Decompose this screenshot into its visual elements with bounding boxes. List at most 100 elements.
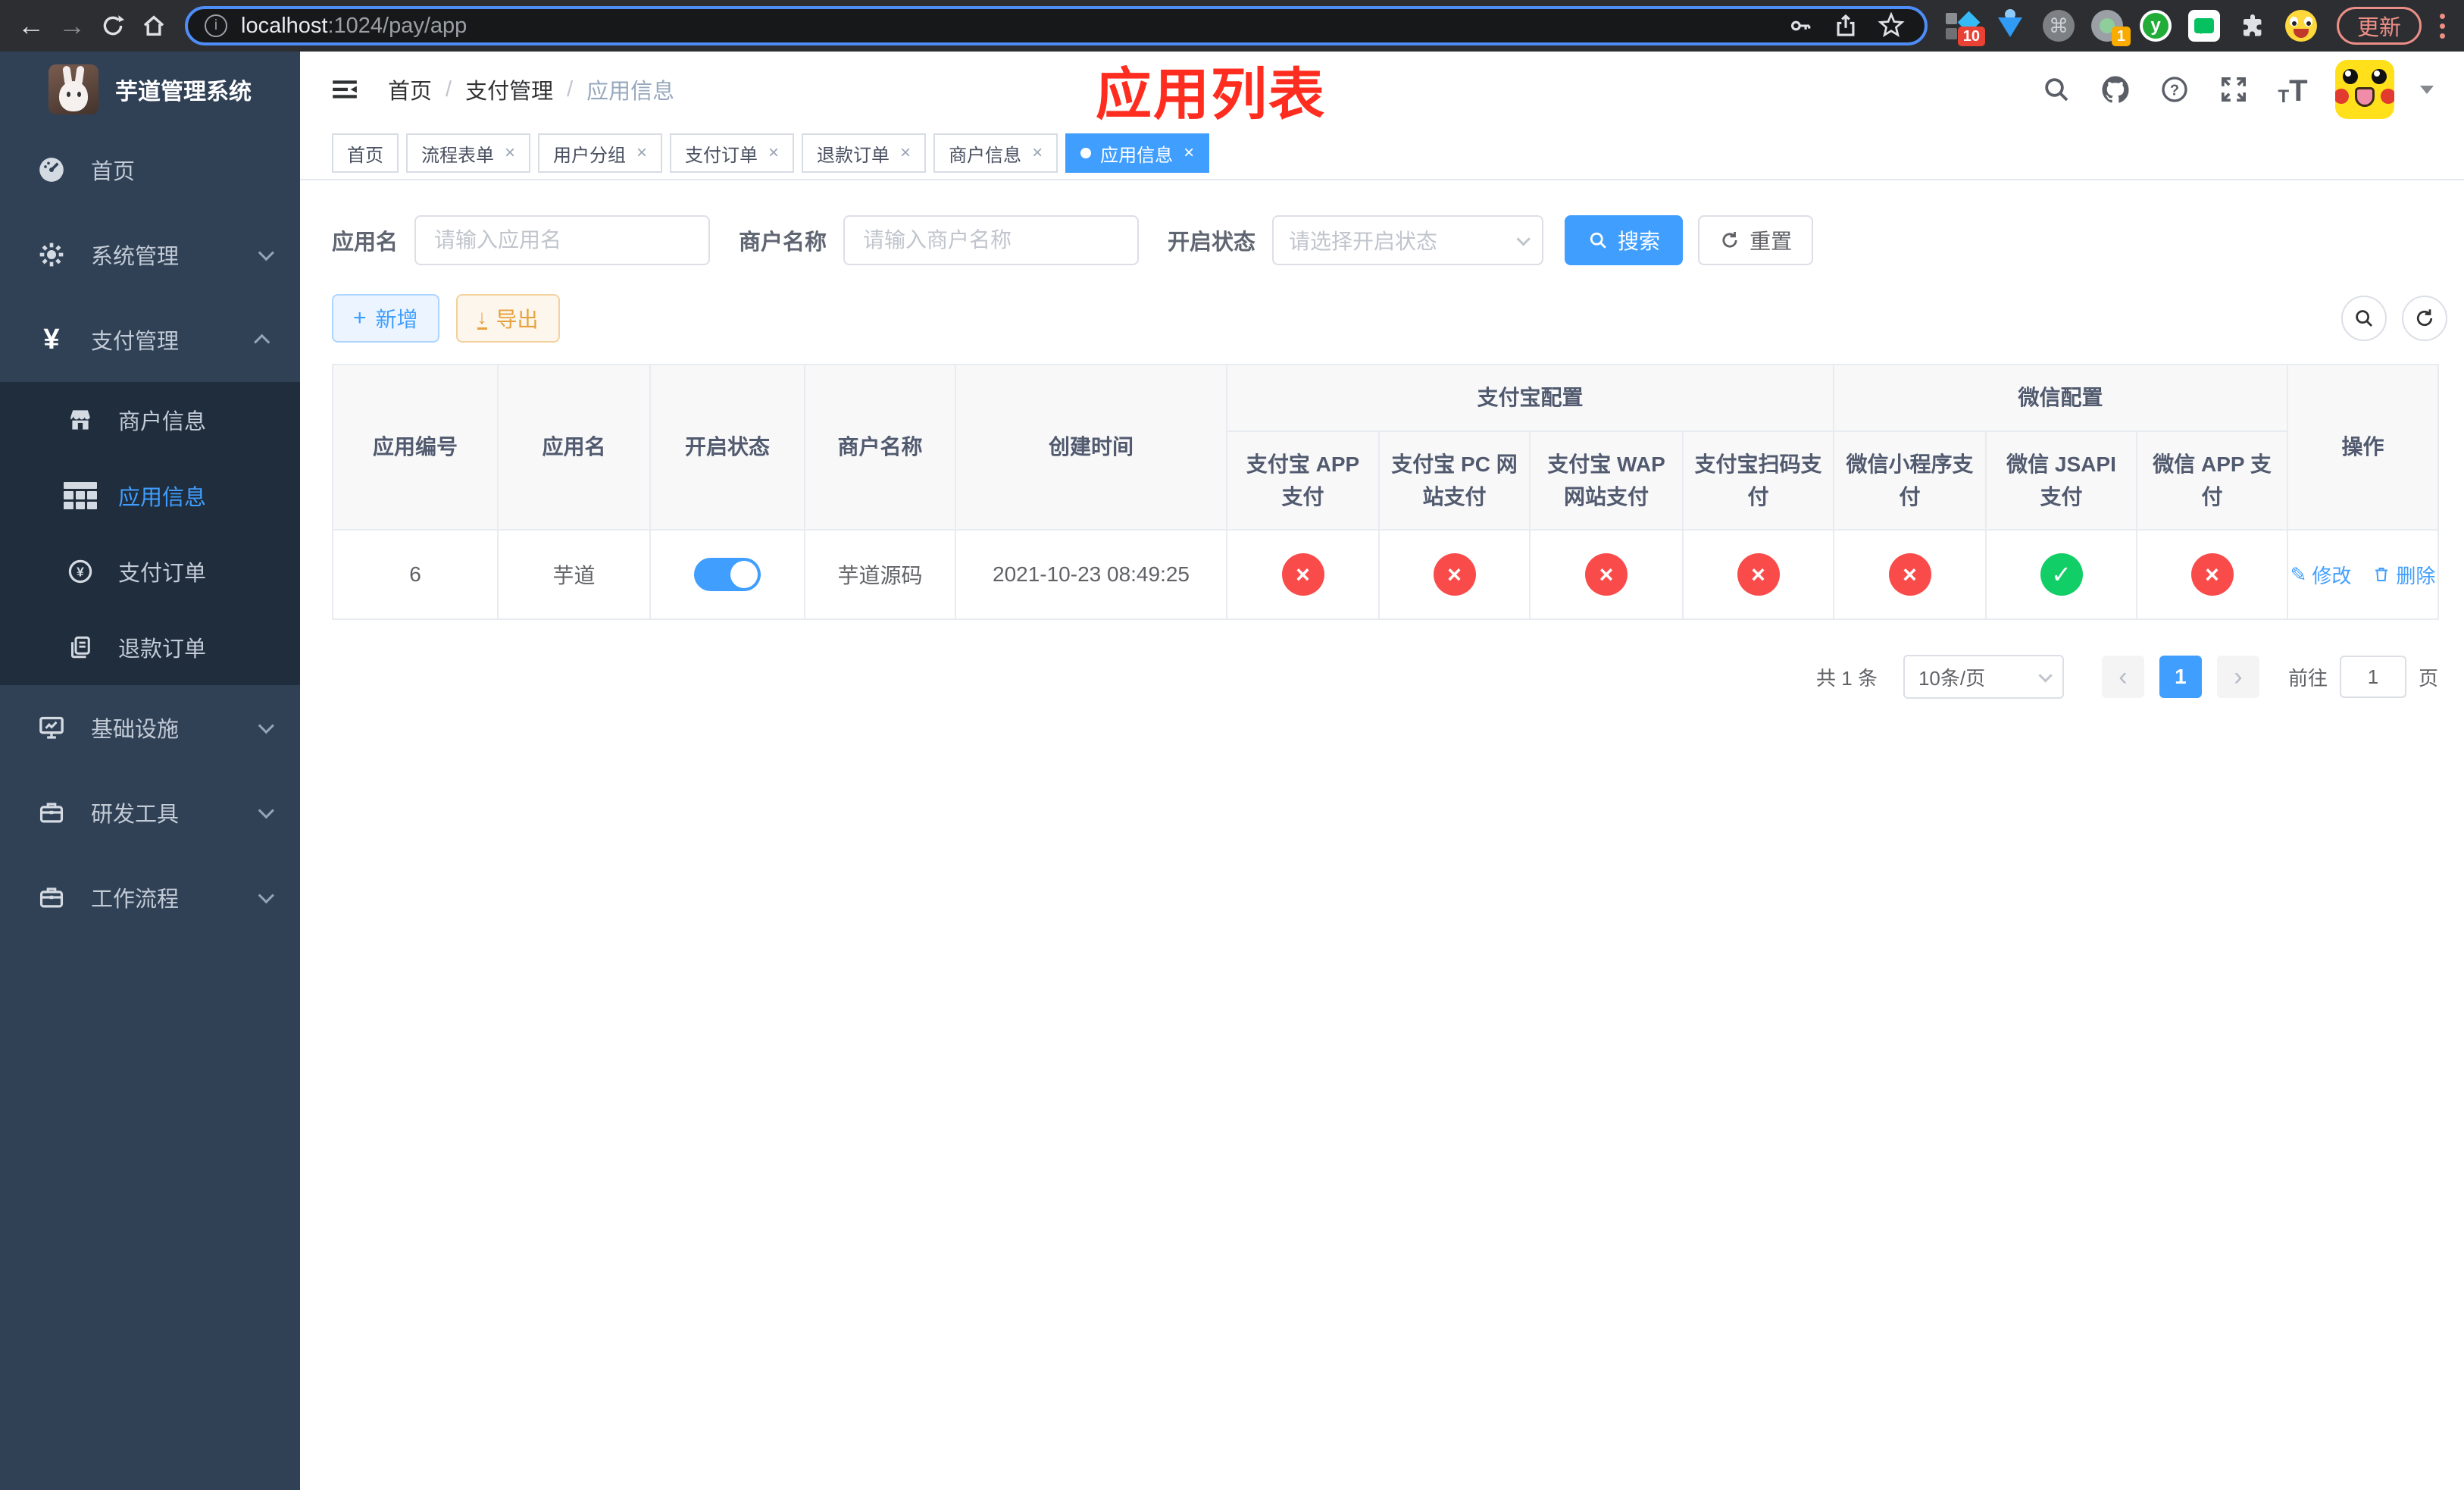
gear-icon [33,239,70,270]
breadcrumb-payment[interactable]: 支付管理 [465,74,553,105]
close-icon[interactable]: × [900,142,911,164]
extension-badge: 1 [2111,27,2131,46]
extension-status-icon[interactable]: 1 [2090,8,2131,46]
sidebar-item-system[interactable]: 系统管理 [0,212,300,297]
extensions-puzzle-icon[interactable] [2235,8,2270,43]
password-key-icon[interactable] [1784,9,1817,42]
logo-rabbit-avatar [48,64,98,114]
sidebar-item-label: 商户信息 [118,410,207,434]
tag-app-info[interactable]: 应用信息 × [1065,133,1210,173]
sidebar-item-label: 支付订单 [118,562,207,586]
col-group-alipay: 支付宝配置 [1225,364,1835,432]
merchant-name-label: 商户名称 [739,230,827,255]
jump-page-input[interactable] [2339,656,2406,698]
sidebar-item-infrastructure[interactable]: 基础设施 [0,685,300,770]
page-size-select[interactable]: 10条/页 [1903,655,2064,699]
app-name-input[interactable] [414,215,711,265]
search-button[interactable]: 搜索 [1565,215,1684,265]
github-icon[interactable] [2099,73,2132,106]
tag-user-group[interactable]: 用户分组 × [538,133,663,173]
delete-link[interactable]: 删除 [2372,561,2435,589]
close-icon[interactable]: × [505,142,515,164]
page-annotation: 应用列表 [1096,62,1326,126]
browser-home-button[interactable] [133,5,174,46]
sidebar-item-dev-tools[interactable]: 研发工具 [0,770,300,855]
avatar-dropdown-caret[interactable] [2420,85,2434,94]
grid-table-icon [64,482,97,509]
tag-home[interactable]: 首页 [332,133,399,173]
sidebar-logo[interactable]: 芋道管理系统 [0,52,300,127]
add-button[interactable]: + 新增 [332,294,439,343]
browser-reload-button[interactable] [92,5,133,46]
sidebar-item-home[interactable]: 首页 [0,127,300,212]
cell-merchant: 芋道源码 [804,529,956,620]
sidebar-item-merchant-info[interactable]: 商户信息 [0,382,300,458]
tag-refund-orders[interactable]: 退款订单 × [802,133,927,173]
prev-page-button[interactable]: ‹ [2101,656,2144,698]
sidebar-item-pay-orders[interactable]: ¥ 支付订单 [0,534,300,609]
col-alipay-app: 支付宝 APP 支付 [1226,430,1380,531]
plus-icon: + [353,305,367,330]
download-icon: ↓ [477,305,487,330]
app-title: 芋道管理系统 [115,80,252,105]
sidebar-item-app-info[interactable]: 应用信息 [0,458,300,534]
browser-forward-button[interactable]: → [52,5,92,46]
enabled-switch[interactable] [694,558,761,591]
tag-merchant-info[interactable]: 商户信息 × [933,133,1058,173]
app-name-label: 应用名 [332,230,399,255]
browser-back-button[interactable]: ← [11,5,52,46]
merchant-name-input[interactable] [843,215,1140,265]
col-alipay-qr: 支付宝扫码支付 [1681,430,1835,531]
bookmark-star-icon[interactable] [1875,9,1908,42]
col-enabled: 开启状态 [649,364,805,531]
next-page-button[interactable]: › [2216,656,2259,698]
share-icon[interactable] [1829,9,1862,42]
browser-update-button[interactable]: 更新 [2337,7,2422,45]
tag-pay-orders[interactable]: 支付订单 × [670,133,795,173]
edit-link[interactable]: ✎ 修改 [2290,561,2352,589]
header-search-icon[interactable] [2040,73,2073,106]
site-info-icon[interactable]: i [205,14,227,37]
sidebar-item-label: 系统管理 [91,245,180,269]
extension-gem-icon[interactable] [1993,8,2028,43]
browser-menu-icon[interactable] [2435,9,2450,43]
sidebar-collapse-button[interactable] [330,75,359,104]
profile-emoji-icon[interactable] [2284,8,2319,43]
col-alipay-wap: 支付宝 WAP 网站支付 [1529,430,1684,531]
close-icon[interactable]: × [636,142,647,164]
extension-layers-icon[interactable]: 10 [1944,8,1985,46]
browser-extensions: 10 ⌘ 1 y [1944,8,2319,46]
address-bar[interactable]: i localhost:1024/pay/app [185,6,1928,45]
close-icon[interactable]: × [1032,142,1043,164]
current-page-button[interactable]: 1 [2159,656,2202,698]
sidebar-item-refund-orders[interactable]: 退款订单 [0,609,300,685]
close-icon[interactable]: × [1184,142,1194,164]
toggle-search-button[interactable] [2341,296,2387,341]
extension-chat-icon[interactable] [2187,8,2222,43]
fullscreen-icon[interactable] [2217,73,2250,106]
status-alipay-app: × [1281,553,1324,596]
sidebar-menu: 首页 系统管理 ¥ 支付管理 商户信息 应用信息 ¥ 支付订单 退款订单 基础设… [0,127,300,1490]
breadcrumb: 首页 / 支付管理 / 应用信息 [388,74,674,105]
user-avatar[interactable] [2335,60,2394,119]
status-wx-jsapi: ✓ [2040,553,2083,596]
breadcrumb-home[interactable]: 首页 [388,74,432,105]
refresh-table-button[interactable] [2402,296,2447,341]
sidebar-item-payment[interactable]: ¥ 支付管理 [0,297,300,382]
col-created: 创建时间 [955,364,1227,531]
extension-y-icon[interactable]: y [2138,8,2173,43]
close-icon[interactable]: × [768,142,779,164]
reset-button[interactable]: 重置 [1698,215,1814,265]
status-select[interactable]: 请选择开启状态 [1272,215,1544,265]
refresh-icon [2416,309,2433,327]
tag-process-form[interactable]: 流程表单 × [406,133,531,173]
export-button[interactable]: ↓ 导出 [455,294,560,343]
table-tools [2341,296,2447,341]
col-wx-jsapi: 微信 JSAPI 支付 [1985,430,2138,531]
sidebar-item-workflow[interactable]: 工作流程 [0,855,300,940]
refresh-icon [1722,232,1737,248]
help-icon[interactable]: ? [2158,73,2191,106]
font-size-icon[interactable]: TT [2276,73,2309,106]
app-table: 应用编号 应用名 开启状态 商户名称 创建时间 支付宝配置 微信配置 操作 支付… [332,364,2464,620]
extension-command-icon[interactable]: ⌘ [2041,8,2076,43]
